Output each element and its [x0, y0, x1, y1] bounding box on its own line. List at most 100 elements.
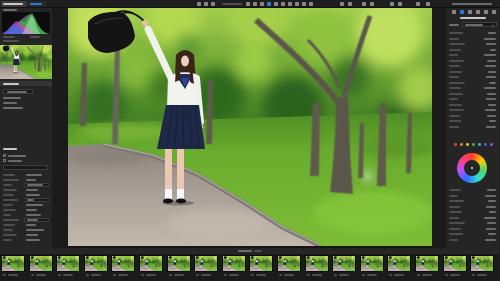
adjustment-value[interactable] — [488, 103, 496, 106]
adjustment-value[interactable] — [488, 32, 496, 34]
filmstrip-thumbnail[interactable] — [359, 255, 384, 272]
adjustment-value[interactable] — [485, 194, 496, 197]
section-header[interactable] — [0, 81, 52, 86]
filmstrip-thumbnail[interactable] — [387, 255, 412, 272]
option-checkbox[interactable] — [3, 154, 6, 157]
metadata-value[interactable] — [26, 189, 38, 191]
metadata-value[interactable] — [26, 234, 38, 236]
metadata-value[interactable] — [26, 239, 40, 241]
adjustment-tab-icon[interactable] — [492, 10, 496, 14]
adjustment-value[interactable] — [484, 37, 496, 40]
preset-button[interactable] — [3, 89, 33, 94]
filmstrip-thumbnail[interactable] — [221, 255, 246, 272]
metadata-value[interactable] — [26, 174, 42, 176]
option-checkbox[interactable] — [3, 159, 6, 162]
metadata-value[interactable] — [26, 194, 40, 196]
adjustment-value[interactable] — [486, 76, 496, 78]
adjustment-value[interactable] — [484, 54, 496, 56]
toolbar-tool-icon[interactable] — [288, 2, 292, 6]
image-viewer[interactable] — [68, 8, 432, 246]
filmstrip-thumbnail[interactable] — [83, 255, 108, 272]
adjustment-tab-icon[interactable] — [468, 10, 472, 14]
adjustment-tab-icon[interactable] — [484, 10, 488, 14]
toolbar-tool-icon[interactable] — [246, 2, 250, 6]
color-wheel-handle[interactable] — [471, 167, 473, 169]
adjustment-value[interactable] — [485, 238, 496, 241]
toolbar-tool-icon[interactable] — [204, 2, 208, 6]
color-swatch[interactable] — [490, 143, 493, 146]
metadata-value[interactable] — [26, 204, 43, 206]
module-tab[interactable] — [1, 1, 27, 7]
adjustment-value[interactable] — [484, 87, 496, 89]
adjustment-tab-icon[interactable] — [452, 10, 456, 14]
metadata-value[interactable] — [26, 214, 41, 216]
metadata-value[interactable] — [26, 229, 44, 231]
metadata-field[interactable] — [24, 197, 49, 202]
metadata-value[interactable] — [26, 209, 37, 211]
filmstrip-thumbnail[interactable] — [442, 255, 467, 272]
color-swatch[interactable] — [466, 143, 469, 146]
toolbar-tool-icon[interactable] — [302, 2, 306, 6]
color-swatch[interactable] — [484, 143, 487, 146]
toolbar-view-icon[interactable] — [416, 2, 420, 6]
toolbar-view-icon[interactable] — [348, 2, 352, 6]
toolbar-tool-icon[interactable] — [281, 2, 285, 6]
toolbar-tool-icon[interactable] — [253, 2, 257, 6]
adjustment-value[interactable] — [487, 222, 496, 224]
toolbar-tool-icon[interactable] — [197, 2, 201, 6]
metadata-value[interactable] — [26, 224, 36, 226]
metadata-field[interactable] — [24, 217, 49, 222]
module-tab[interactable] — [28, 1, 46, 7]
adjustment-value[interactable] — [487, 189, 496, 191]
adjustment-value[interactable] — [488, 200, 496, 202]
toolbar-tool-icon[interactable] — [309, 2, 313, 6]
filmstrip-thumbnail[interactable] — [111, 255, 136, 272]
filter-field[interactable] — [3, 165, 48, 170]
dropdown[interactable] — [462, 22, 497, 27]
toolbar-view-icon[interactable] — [426, 2, 430, 6]
toolbar-view-icon[interactable] — [362, 2, 366, 6]
toolbar-tool-icon[interactable] — [295, 2, 299, 6]
metadata-value[interactable] — [26, 179, 36, 181]
toolbar-view-icon[interactable] — [340, 2, 344, 6]
filmstrip-thumbnail[interactable] — [139, 255, 163, 272]
toolbar-view-icon[interactable] — [370, 2, 374, 6]
adjustment-tab-icon[interactable] — [460, 10, 464, 14]
metadata-field[interactable] — [24, 182, 49, 187]
filmstrip-thumbnail[interactable] — [277, 255, 301, 272]
filmstrip-thumbnail[interactable] — [304, 255, 329, 272]
adjustment-value[interactable] — [488, 70, 496, 73]
filmstrip-thumbnail[interactable] — [1, 255, 25, 272]
adjustment-value[interactable] — [484, 216, 496, 219]
navigator-preview[interactable] — [0, 45, 52, 79]
adjustment-value[interactable] — [490, 48, 496, 51]
adjustment-value[interactable] — [486, 43, 496, 45]
filmstrip-thumbnail[interactable] — [166, 255, 191, 272]
adjustment-value[interactable] — [489, 120, 496, 122]
adjustment-value[interactable] — [486, 125, 496, 128]
toolbar-tool-icon[interactable] — [267, 2, 271, 6]
main-photo[interactable] — [68, 8, 432, 246]
color-swatch[interactable] — [472, 143, 475, 146]
filmstrip-thumbnail[interactable] — [194, 255, 219, 272]
adjustment-value[interactable] — [487, 59, 496, 62]
adjustment-value[interactable] — [487, 114, 496, 117]
toolbar-view-icon[interactable] — [390, 2, 394, 6]
adjustment-tab-icon[interactable] — [476, 10, 480, 14]
adjustment-value[interactable] — [485, 109, 496, 111]
color-swatch[interactable] — [460, 143, 463, 146]
adjustment-value[interactable] — [487, 92, 496, 95]
adjustment-value[interactable] — [489, 81, 496, 84]
adjustment-value[interactable] — [486, 205, 496, 208]
filmstrip-thumbnail[interactable] — [415, 255, 439, 272]
toolbar-tool-icon[interactable] — [260, 2, 264, 6]
filmstrip-thumbnail[interactable] — [249, 255, 274, 272]
color-swatch[interactable] — [454, 143, 457, 146]
filmstrip-thumbnail[interactable] — [28, 255, 53, 272]
color-wheel[interactable] — [457, 153, 487, 183]
filmstrip-thumbnail[interactable] — [332, 255, 357, 272]
filmstrip-thumbnail[interactable] — [56, 255, 81, 272]
adjustment-value[interactable] — [485, 65, 496, 67]
toolbar-view-icon[interactable] — [398, 2, 402, 6]
toolbar-tool-icon[interactable] — [274, 2, 278, 6]
